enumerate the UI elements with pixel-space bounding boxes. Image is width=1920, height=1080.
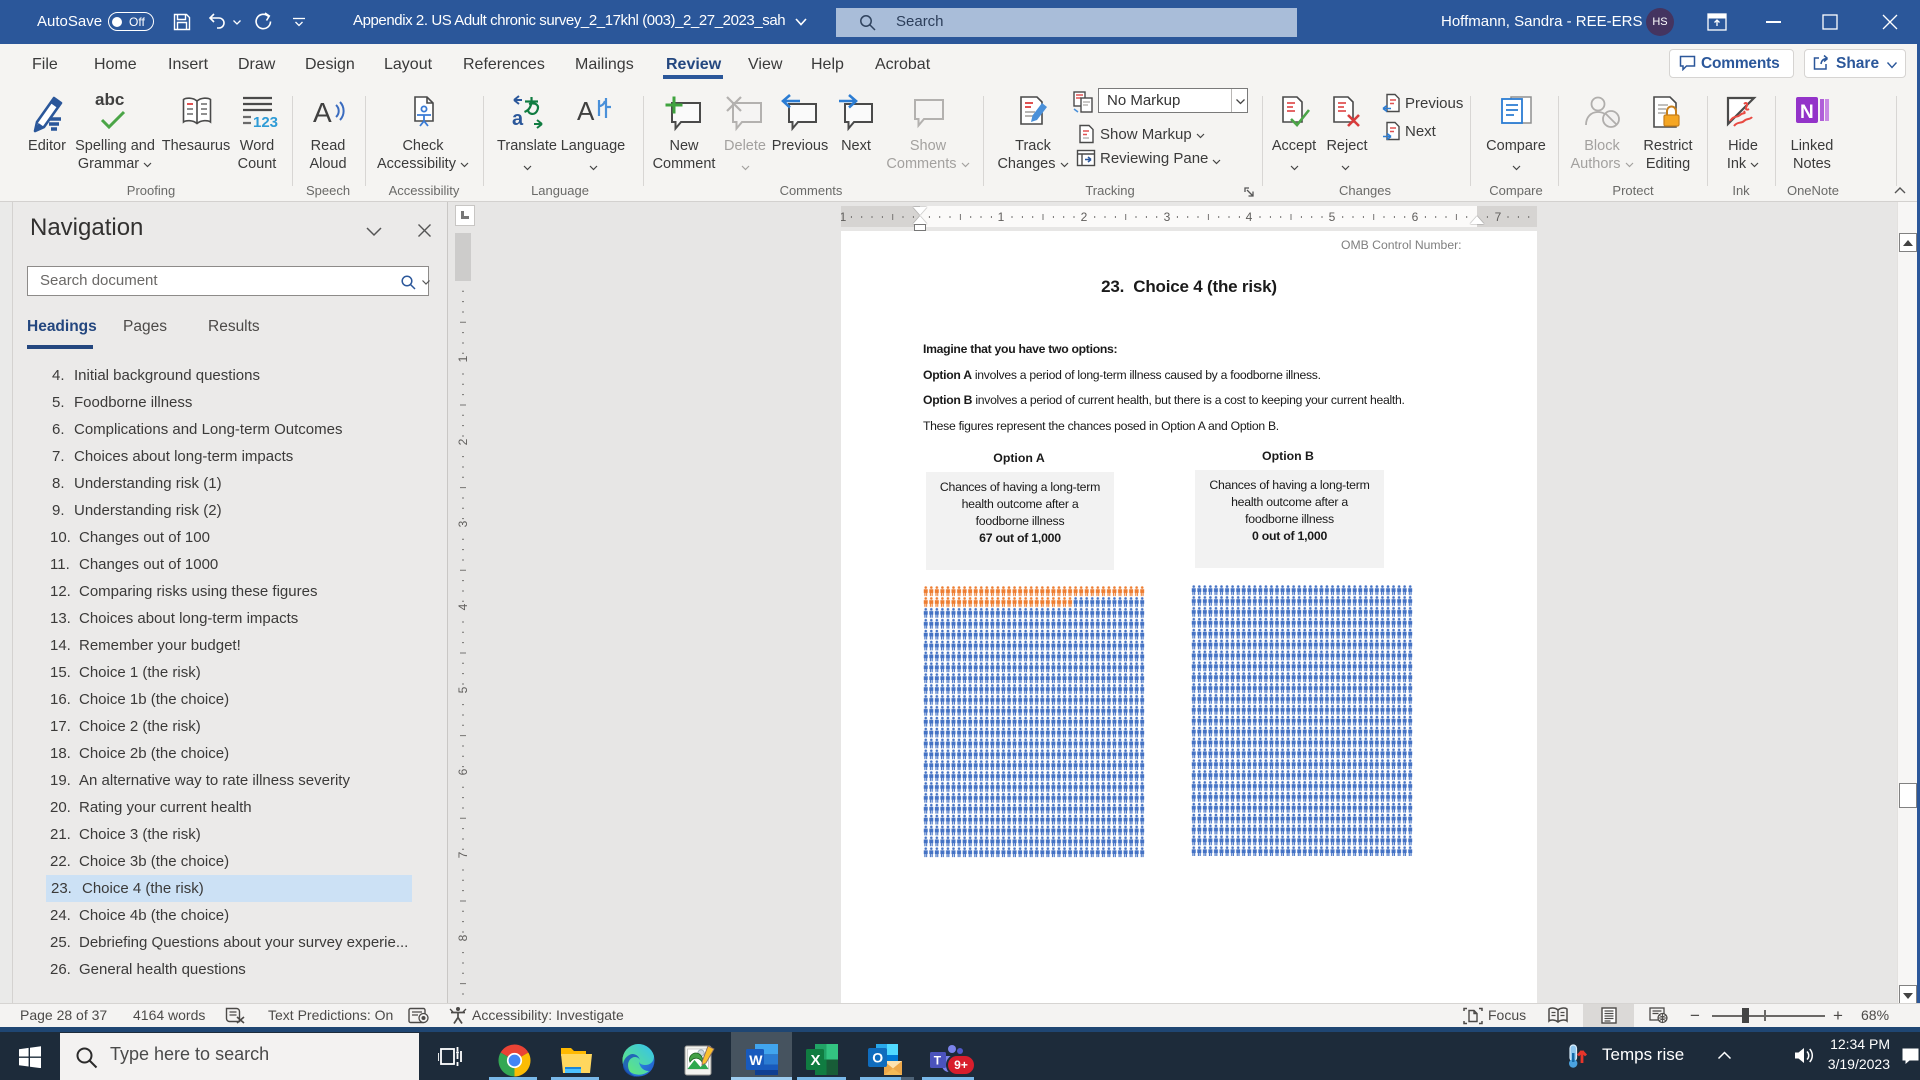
svg-text:6: 6: [1412, 210, 1419, 224]
svg-text:123: 123: [253, 114, 278, 129]
svg-text:6: 6: [456, 768, 470, 775]
svg-text:2: 2: [456, 438, 470, 445]
svg-text:W: W: [749, 1052, 763, 1068]
svg-text:5: 5: [456, 686, 470, 693]
svg-text:A: A: [577, 96, 595, 126]
svg-text:O: O: [872, 1050, 883, 1066]
svg-text:5: 5: [1329, 210, 1336, 224]
svg-text:A: A: [313, 97, 332, 128]
svg-text:a: a: [512, 108, 524, 130]
svg-text:1: 1: [456, 355, 470, 362]
svg-text:T: T: [934, 1054, 942, 1068]
svg-text:X: X: [811, 1052, 821, 1069]
svg-text:N: N: [1800, 102, 1814, 123]
svg-text:7: 7: [456, 851, 470, 858]
svg-text:3: 3: [456, 520, 470, 527]
svg-text:1: 1: [998, 210, 1005, 224]
svg-text:3: 3: [1164, 210, 1171, 224]
svg-text:4: 4: [1246, 210, 1253, 224]
svg-text:1: 1: [841, 210, 847, 224]
svg-text:4: 4: [456, 603, 470, 610]
svg-text:7: 7: [1495, 210, 1502, 224]
svg-text:8: 8: [456, 934, 470, 941]
svg-text:2: 2: [1081, 210, 1088, 224]
